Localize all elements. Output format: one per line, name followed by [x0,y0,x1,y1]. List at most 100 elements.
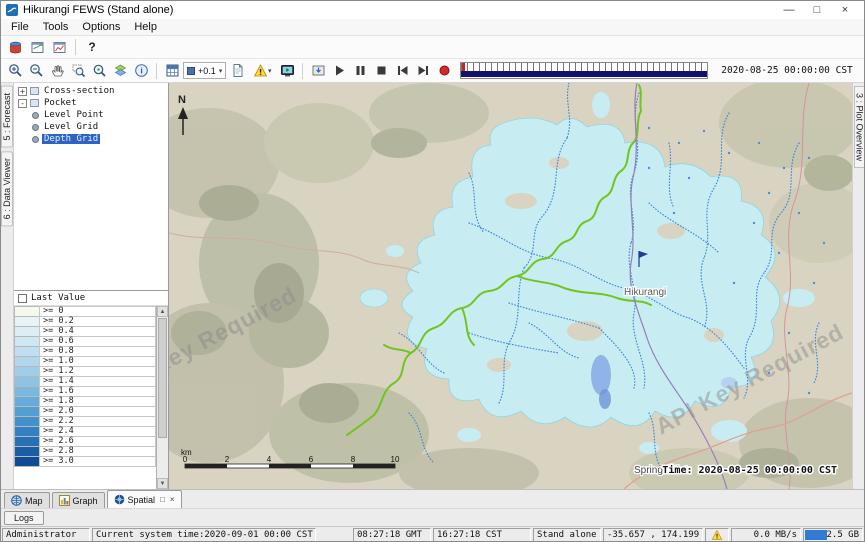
database-icon [8,40,23,55]
chevron-down-icon: ▾ [268,67,272,75]
tree-item-label: Pocket [42,98,79,108]
timeline-ticks [461,63,707,71]
play-button[interactable] [329,61,349,81]
pan-button[interactable] [47,61,67,81]
help-button[interactable]: ? [82,37,102,57]
time-series-display-button[interactable] [49,37,69,57]
grid-increment-combo[interactable]: +0.1 ▾ [183,62,226,79]
record-icon [437,63,452,78]
float-panel-icon[interactable]: □ [160,496,165,504]
tab-graph[interactable]: Graph [52,492,105,508]
statusbar-warning-cell[interactable] [705,528,729,542]
left-tab-strip: 5 : Forecast 6 : Data Viewer [1,83,14,489]
memory-usage-bar [805,530,827,540]
close-button[interactable]: × [831,2,859,19]
menu-tools[interactable]: Tools [36,20,76,34]
last-value-checkbox[interactable] [18,294,27,303]
tab-forecast[interactable]: 5 : Forecast [1,86,13,148]
grid-icon [165,63,180,78]
tree-item-pocket[interactable]: - Pocket [14,97,168,109]
mini-grid-icon [187,67,195,75]
tree-expander-icon[interactable]: - [18,99,27,108]
pause-button[interactable] [350,61,370,81]
zoom-extent-button[interactable] [89,61,109,81]
bottom-tab-bar: Map Graph Spatial □ × [1,489,864,508]
warning-icon [253,63,268,78]
legend-row[interactable]: >= 3.0 [14,456,156,467]
tab-map[interactable]: Map [4,492,50,508]
scroll-down-icon[interactable]: ▼ [157,478,168,489]
export-animation-button[interactable] [308,61,328,81]
record-button[interactable] [434,61,454,81]
legend-list: >= 0>= 0.2>= 0.4>= 0.6>= 0.8>= 1.0>= 1.2… [14,306,156,489]
info-button[interactable]: i [131,61,151,81]
statusbar-spacer [318,528,351,542]
legend-color-swatch [14,456,40,467]
timeline-slider[interactable] [460,62,708,79]
stop-icon [374,63,389,78]
tree-item-depth-grid[interactable]: Depth Grid [14,133,168,145]
menu-help[interactable]: Help [127,20,164,34]
menu-file[interactable]: File [4,20,36,34]
document-button[interactable] [227,61,247,81]
close-tab-icon[interactable]: × [170,496,175,504]
globe-icon [11,495,22,506]
skip-start-icon [395,63,410,78]
document-icon [230,63,245,78]
minimize-button[interactable]: — [775,2,803,19]
maximize-button[interactable]: □ [803,2,831,19]
stop-button[interactable] [371,61,391,81]
folder-icon [30,87,39,95]
animation-display-button[interactable] [277,61,297,81]
help-icon: ? [88,40,95,54]
zoom-out-button[interactable] [26,61,46,81]
grid-display-button[interactable] [162,61,182,81]
pause-icon [353,63,368,78]
legend-threshold-label: >= 3.0 [39,456,156,467]
tab-data-viewer[interactable]: 6 : Data Viewer [1,151,13,226]
pan-hand-icon [50,63,65,78]
toolbar-separator [156,63,157,79]
current-datetime-display[interactable]: 2020-08-25 00:00:00 CST [714,65,860,76]
layers-button[interactable] [110,61,130,81]
statusbar-system-time: Current system time:2020-09-01 00:00 CST [92,528,316,542]
open-database-button[interactable] [5,37,25,57]
svg-text:i: i [140,66,142,76]
chevron-down-icon: ▾ [219,67,223,75]
map-canvas[interactable]: API Key Required API Key Required Hikura… [169,83,852,489]
warnings-dropdown-button[interactable]: ▾ [248,61,276,81]
logs-button[interactable]: Logs [4,511,44,525]
timeline-range-bar [461,71,707,77]
tab-spatial[interactable]: Spatial □ × [107,490,182,508]
app-window: Hikurangi FEWS (Stand alone) — □ × File … [0,0,865,542]
menubar: File Tools Options Help [1,19,864,36]
menu-options[interactable]: Options [75,20,127,34]
tab-plot-overview[interactable]: 3 : Plot Overview [854,86,865,168]
legend-header: Last Value [14,291,168,306]
info-icon: i [134,63,149,78]
tree-item-label: Depth Grid [42,134,100,144]
svg-text:6: 6 [309,455,314,464]
download-icon [311,63,326,78]
legend-body: >= 0>= 0.2>= 0.4>= 0.6>= 0.8>= 1.0>= 1.2… [14,306,168,489]
node-dot-icon [32,112,39,119]
node-dot-icon [32,136,39,143]
tree-expander-icon[interactable]: + [18,87,27,96]
tree-item-level-grid[interactable]: Level Grid [14,121,168,133]
legend-scrollbar[interactable]: ▲ ▼ [156,306,168,489]
tree-item-level-point[interactable]: Level Point [14,109,168,121]
map-display-button[interactable] [27,37,47,57]
skip-to-start-button[interactable] [392,61,412,81]
statusbar-user: Administrator [2,528,90,542]
scroll-up-icon[interactable]: ▲ [157,306,168,317]
place-label-hikurangi: Hikurangi [624,287,666,298]
skip-to-end-button[interactable] [413,61,433,81]
zoom-in-button[interactable] [5,61,25,81]
screen-icon [280,63,295,78]
zoom-box-button[interactable] [68,61,88,81]
tree-item-cross-section[interactable]: +Cross-section [14,85,168,97]
toolbar-main: ? [1,36,864,59]
toolbar-separator [75,39,76,55]
scrollbar-thumb[interactable] [158,318,167,438]
folder-icon [30,99,39,107]
